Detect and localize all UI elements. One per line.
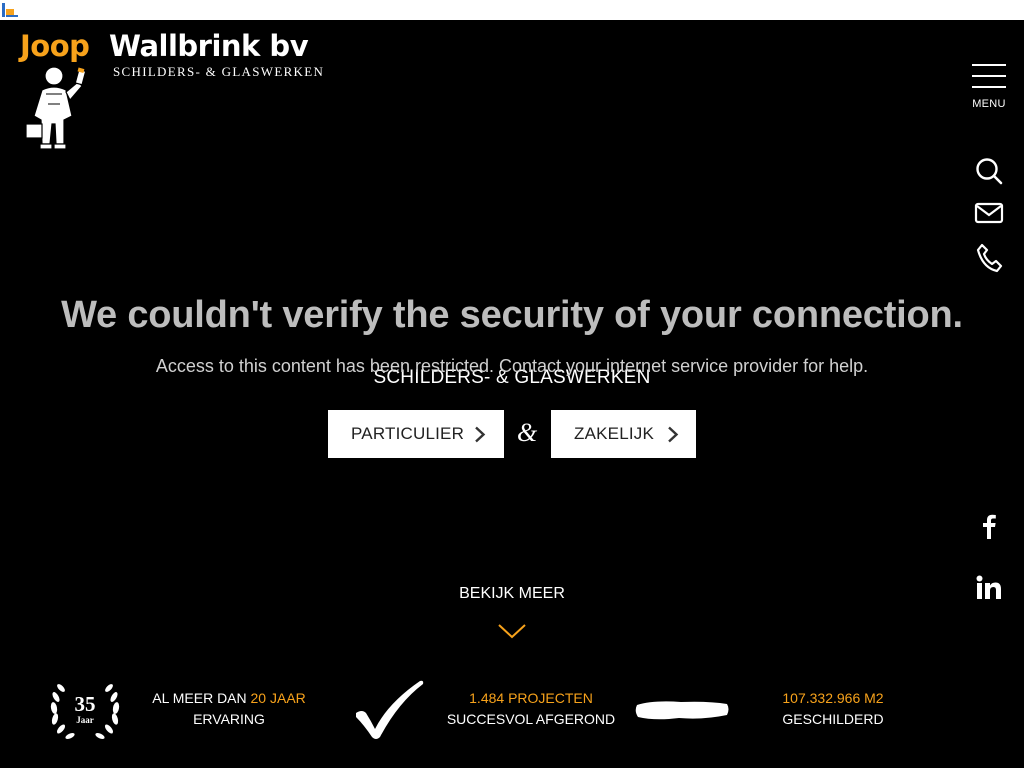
error-title: We couldn't verify the security of your … [61,294,963,336]
mail-icon[interactable] [973,197,1005,229]
stat-painted-highlight: 107.332.966 M2 [782,690,884,706]
stat-experience: AL MEER DAN 20 JAAR ERVARING [138,688,320,730]
stat-projects-highlight: 1.484 PROJECTEN [469,690,593,706]
zakelijk-button[interactable]: ZAKELIJK [551,410,696,458]
search-icon[interactable] [973,155,1005,187]
chevron-down-icon[interactable] [498,623,526,639]
painter-illustration-icon [25,66,87,150]
error-description: Access to this content has been restrict… [155,356,869,376]
logo-first-word: Joop [20,29,90,63]
facebook-icon[interactable] [973,510,1005,542]
laurel-badge-icon: 35 Jaar [50,684,120,740]
stat-projects: 1.484 PROJECTEN SUCCESVOL AFGEROND [440,688,622,730]
stat-experience-line2: ERVARING [193,711,265,727]
browser-top-strip [0,0,1024,20]
menu-icon-line [972,75,1006,77]
site-logo[interactable]: Joop Wallbrink bv SCHILDERS- & GLASWERKE… [20,28,340,153]
chevron-right-icon [668,426,679,443]
stat-experience-highlight: 20 JAAR [250,690,306,706]
menu-icon-line [972,86,1006,88]
stat-experience-prefix: AL MEER DAN [152,690,251,706]
favicon-icon [2,3,18,17]
stat-projects-line2: SUCCESVOL AFGEROND [446,711,616,727]
stat-painted-line2: GESCHILDERD [782,711,884,727]
particulier-button-label: PARTICULIER [351,424,465,443]
logo-second-word: Wallbrink bv [109,29,309,63]
badge-number: 35 [75,692,96,716]
paint-stroke-icon [635,701,729,720]
checkmark-icon [356,680,424,739]
phone-icon[interactable] [973,242,1005,274]
stat-painted: 107.332.966 M2 GESCHILDERD [742,688,924,730]
badge-label: Jaar [76,715,94,725]
particulier-button[interactable]: PARTICULIER [328,410,504,458]
menu-icon [972,64,1006,66]
bekijk-meer-link[interactable]: BEKIJK MEER [0,585,1024,603]
menu-label: MENU [972,98,1006,110]
zakelijk-button-label: ZAKELIJK [574,424,655,443]
ampersand: & [517,418,538,447]
logo-subtitle: SCHILDERS- & GLASWERKEN [113,64,325,79]
menu-button[interactable]: MENU [966,62,1012,114]
chevron-right-icon [475,426,486,443]
